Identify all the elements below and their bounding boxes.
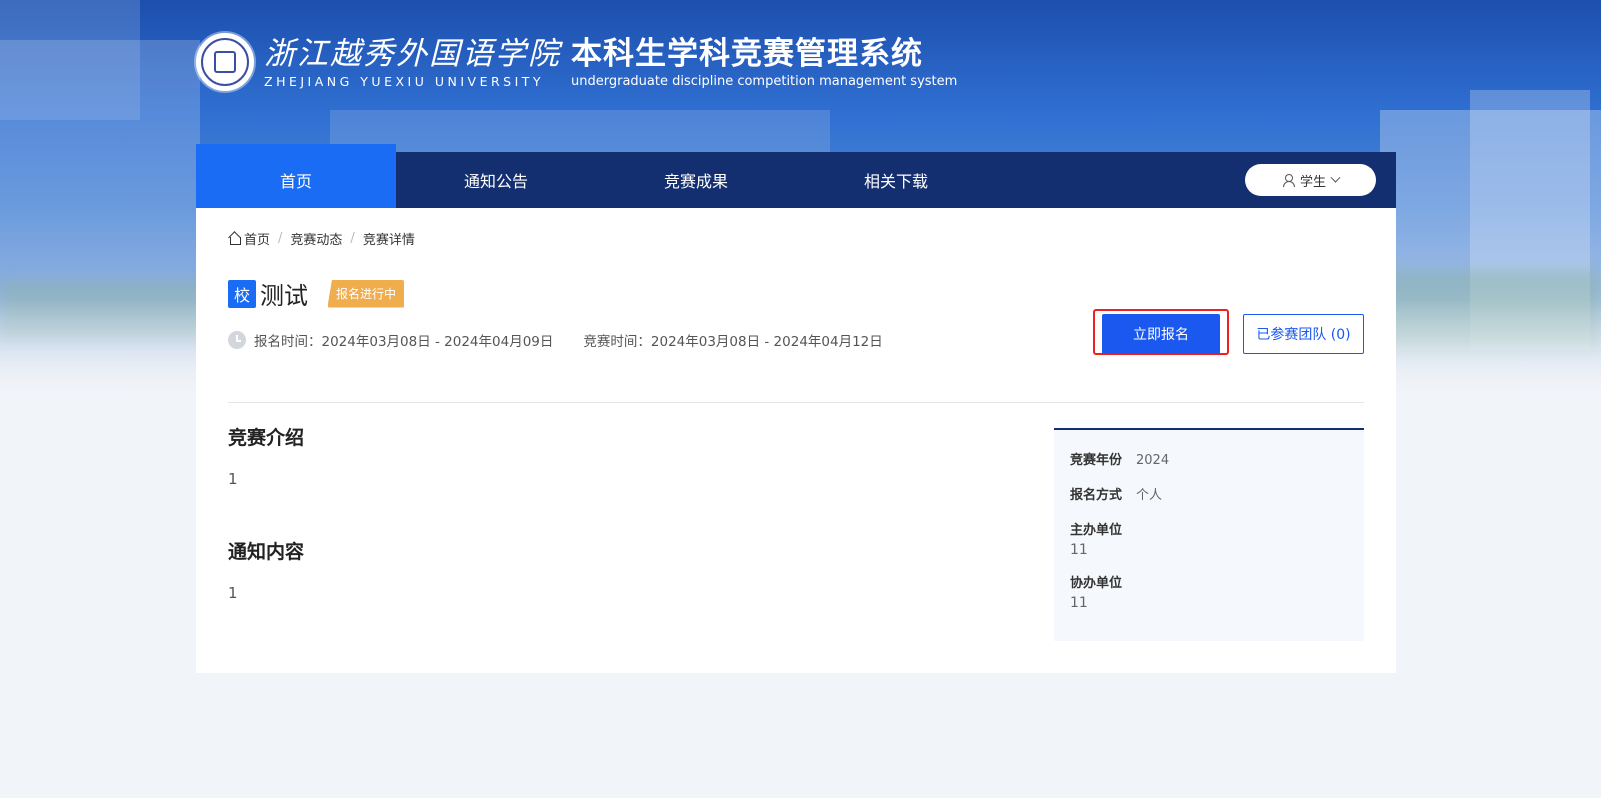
page-title: 测试: [260, 282, 308, 310]
clock-icon: [228, 331, 246, 349]
contest-time-value: 2024年03月08日 - 2024年04月12日: [650, 334, 883, 350]
university-emblem-icon: [196, 33, 254, 91]
section-title-introduction: 竞赛介绍: [228, 427, 305, 449]
breadcrumb-separator: /: [278, 230, 283, 246]
info-label: 协办单位: [1070, 576, 1123, 591]
breadcrumb-current: 竞赛详情: [362, 232, 415, 248]
section-body-introduction: 1: [228, 470, 238, 488]
info-value: 11: [1070, 595, 1088, 611]
breadcrumb-competition-news[interactable]: 竞赛动态: [290, 229, 342, 248]
divider: [228, 402, 1364, 403]
info-row-signup-mode: 报名方式 个人: [1070, 484, 1162, 503]
info-value: 11: [1070, 542, 1088, 558]
competition-detail-card: 首页 / 竞赛动态 / 竞赛详情 校 测试 报名进行中 报名时间： 2024年0…: [196, 208, 1396, 673]
school-name-en: ZHEJIANG YUEXIU UNIVERSITY: [264, 73, 545, 89]
info-row-host: 主办单位 11: [1070, 519, 1122, 558]
info-value: 2024: [1136, 453, 1170, 468]
competition-level-tag: 校: [228, 279, 256, 308]
system-name: 本科生学科竞赛管理系统 undergraduate discipline com…: [571, 36, 957, 89]
section-title-notice: 通知内容: [228, 541, 305, 563]
breadcrumb-home[interactable]: 首页: [244, 229, 270, 248]
main-nav: 首页 通知公告 竞赛成果 相关下载 学生: [196, 144, 1396, 208]
status-badge: 报名进行中: [328, 280, 404, 308]
info-value: 个人: [1136, 488, 1163, 503]
info-row-year: 竞赛年份 2024: [1070, 449, 1169, 468]
nav-item-downloads[interactable]: 相关下载: [796, 152, 996, 208]
nav-item-notices[interactable]: 通知公告: [396, 152, 596, 208]
breadcrumb: 首页 / 竞赛动态 / 竞赛详情: [228, 228, 415, 248]
info-row-co-host: 协办单位 11: [1070, 572, 1122, 611]
nav-item-achievements[interactable]: 竞赛成果: [596, 152, 796, 208]
breadcrumb-separator: /: [350, 230, 355, 246]
school-name: 浙江越秀外国语学院 ZHEJIANG YUEXIU UNIVERSITY: [264, 36, 561, 89]
section-body-notice: 1: [228, 584, 238, 602]
signup-time-value: 2024年03月08日 - 2024年04月09日: [321, 334, 554, 350]
school-name-cn: 浙江越秀外国语学院: [264, 35, 561, 72]
competition-info-panel: 竞赛年份 2024 报名方式 个人 主办单位 11 协办单位 11: [1054, 428, 1364, 641]
system-name-en: undergraduate discipline competition man…: [571, 73, 958, 89]
competition-time-row: 报名时间： 2024年03月08日 - 2024年04月09日 竞赛时间： 20…: [228, 330, 883, 350]
home-icon: [228, 232, 241, 245]
user-menu-button[interactable]: 学生: [1245, 164, 1376, 196]
info-label: 报名方式: [1070, 488, 1123, 503]
competition-title-row: 校 测试 报名进行中: [228, 276, 404, 311]
system-name-cn: 本科生学科竞赛管理系统: [571, 35, 923, 72]
signup-time-label: 报名时间：: [254, 334, 322, 350]
user-icon: [1282, 174, 1295, 187]
user-role-label: 学生: [1299, 174, 1326, 190]
signup-button[interactable]: 立即报名: [1102, 314, 1220, 354]
info-label: 主办单位: [1070, 523, 1123, 538]
joined-teams-button[interactable]: 已参赛团队 (0): [1243, 314, 1364, 354]
site-logo[interactable]: 浙江越秀外国语学院 ZHEJIANG YUEXIU UNIVERSITY 本科生…: [196, 32, 957, 92]
nav-item-home[interactable]: 首页: [196, 144, 396, 208]
contest-time-label: 竞赛时间：: [583, 334, 651, 350]
chevron-down-icon: [1330, 172, 1341, 183]
info-label: 竞赛年份: [1070, 453, 1123, 468]
